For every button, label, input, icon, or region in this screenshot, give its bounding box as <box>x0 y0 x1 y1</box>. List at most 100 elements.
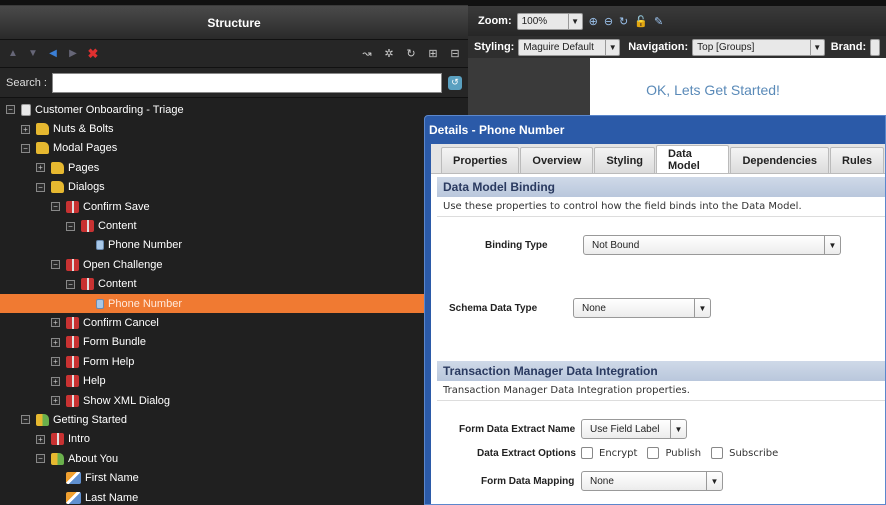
binding-type-value: Not Bound <box>592 239 640 251</box>
tab-properties[interactable]: Properties <box>441 147 520 173</box>
collapse-icon[interactable]: − <box>51 260 60 270</box>
collapse-all-icon[interactable]: ⊟ <box>448 47 462 61</box>
styling-select[interactable]: Maguire Default ▼ <box>518 38 621 56</box>
extract-options-row: Data Extract Options Encrypt Publish Sub… <box>477 447 788 459</box>
tree-node[interactable]: Phone Number <box>0 236 468 255</box>
expand-icon[interactable]: + <box>51 396 60 406</box>
move-right-icon[interactable]: ▶ <box>66 47 80 61</box>
tree-node[interactable]: + Nuts & Bolts <box>0 119 468 138</box>
expand-icon[interactable]: + <box>21 124 30 134</box>
publish-checkbox[interactable]: Publish <box>647 447 701 459</box>
brand-select[interactable] <box>870 38 880 56</box>
search-input[interactable] <box>52 72 442 93</box>
tree-node[interactable]: − Getting Started <box>0 410 468 429</box>
lock-icon[interactable]: 🔓 <box>634 15 648 28</box>
zoom-label: Zoom: <box>478 15 512 27</box>
tree-node[interactable]: + Show XML Dialog <box>0 391 468 410</box>
extract-name-select[interactable]: Use Field Label ▼ <box>581 419 687 439</box>
collapse-icon[interactable]: − <box>36 182 45 192</box>
tree-node[interactable]: − Content <box>0 216 468 235</box>
tab-dependencies[interactable]: Dependencies <box>730 147 830 173</box>
tree-node[interactable]: + Intro <box>0 430 468 449</box>
tree-node-label: Content <box>98 220 137 233</box>
collapse-icon[interactable]: − <box>51 202 60 212</box>
tree-node[interactable]: + Form Bundle <box>0 333 468 352</box>
tree-node-label: Phone Number <box>108 239 182 252</box>
chevron-down-icon: ▼ <box>670 420 686 438</box>
document-icon <box>21 103 31 116</box>
gear-icon[interactable]: ✲ <box>382 47 396 61</box>
expand-icon[interactable]: + <box>51 337 60 347</box>
schema-type-row: Schema Data Type None ▼ <box>449 298 711 318</box>
zoom-value: 100% <box>521 15 548 27</box>
chevron-down-icon: ▼ <box>605 39 619 55</box>
tree-node[interactable]: − Content <box>0 275 468 294</box>
expand-icon[interactable]: + <box>36 434 45 444</box>
expand-all-icon[interactable]: ⊞ <box>426 47 440 61</box>
delete-icon[interactable]: ✖ <box>86 46 100 61</box>
zoom-in-icon[interactable]: ⊕ <box>589 15 598 28</box>
tree-node-label: About You <box>68 452 119 465</box>
tree-node[interactable]: First Name <box>0 468 468 487</box>
schema-type-select[interactable]: None ▼ <box>573 298 711 318</box>
collapse-icon[interactable]: − <box>21 415 30 425</box>
tab-styling[interactable]: Styling <box>594 147 656 173</box>
refresh-preview-icon[interactable]: ↻ <box>619 15 628 28</box>
mapping-label: Form Data Mapping <box>481 475 575 487</box>
dialog-title: Details - Phone Number <box>429 123 565 137</box>
text-field-icon <box>66 472 81 485</box>
mapping-row: Form Data Mapping None ▼ <box>481 471 723 491</box>
subscribe-checkbox[interactable]: Subscribe <box>711 447 778 459</box>
dialog-icon <box>51 433 64 446</box>
folder-group-icon <box>51 452 64 465</box>
tree-node[interactable]: − Confirm Save <box>0 197 468 216</box>
tree-node[interactable]: Phone Number <box>0 293 468 314</box>
tree-node[interactable]: − About You <box>0 449 468 468</box>
refresh-icon[interactable]: ↻ <box>404 47 418 61</box>
clear-search-icon[interactable]: ↺ <box>448 75 462 90</box>
tree-node-label: Last Name <box>85 491 139 504</box>
link-icon[interactable]: ↝ <box>360 47 374 61</box>
zoom-select[interactable]: 100% ▼ <box>516 12 583 30</box>
move-left-icon[interactable]: ◀ <box>46 47 60 61</box>
section-heading: Data Model Binding <box>437 177 885 197</box>
tree-node-label: Confirm Cancel <box>83 316 159 329</box>
collapse-icon[interactable]: − <box>66 221 75 231</box>
expand-icon[interactable]: + <box>36 163 45 173</box>
dialog-icon <box>66 375 79 388</box>
expand-icon[interactable]: + <box>51 376 60 386</box>
collapse-icon[interactable]: − <box>66 279 75 289</box>
tree-node[interactable]: − Customer Onboarding - Triage <box>0 100 468 119</box>
tree-node[interactable]: + Form Help <box>0 352 468 371</box>
expand-icon[interactable]: + <box>51 318 60 328</box>
data-model-binding-section: Data Model Binding Use these properties … <box>437 177 885 217</box>
collapse-icon[interactable]: − <box>21 143 30 153</box>
collapse-icon[interactable]: − <box>36 454 45 464</box>
expand-icon[interactable]: + <box>51 357 60 367</box>
tree-node[interactable]: + Help <box>0 371 468 390</box>
structure-tree: − Customer Onboarding - Triage + Nuts & Bol… <box>0 100 468 505</box>
encrypt-checkbox[interactable]: Encrypt <box>581 447 637 459</box>
tree-node[interactable]: + Confirm Cancel <box>0 313 468 332</box>
section-description: Transaction Manager Data Integration pro… <box>437 381 885 401</box>
tree-node[interactable]: + Pages <box>0 158 468 177</box>
tree-node[interactable]: Last Name <box>0 488 468 505</box>
binding-type-select[interactable]: Not Bound ▼ <box>583 235 841 255</box>
move-down-icon[interactable]: ▼ <box>26 47 40 61</box>
mapping-select[interactable]: None ▼ <box>581 471 723 491</box>
tools-icon[interactable]: ✎ <box>654 15 663 28</box>
tab-overview[interactable]: Overview <box>520 147 594 173</box>
zoom-out-icon[interactable]: ⊖ <box>604 15 613 28</box>
tab-rules[interactable]: Rules <box>830 147 884 173</box>
move-up-icon[interactable]: ▲ <box>6 47 20 61</box>
navigation-select[interactable]: Top [Groups] ▼ <box>692 38 825 56</box>
tree-node[interactable]: − Open Challenge <box>0 255 468 274</box>
extract-name-row: Form Data Extract Name Use Field Label ▼ <box>459 419 687 439</box>
tree-node[interactable]: − Modal Pages <box>0 139 468 158</box>
tree-node[interactable]: − Dialogs <box>0 178 468 197</box>
collapse-icon[interactable]: − <box>6 105 15 115</box>
tab-data-model[interactable]: Data Model <box>656 145 730 173</box>
encrypt-label: Encrypt <box>599 447 638 459</box>
